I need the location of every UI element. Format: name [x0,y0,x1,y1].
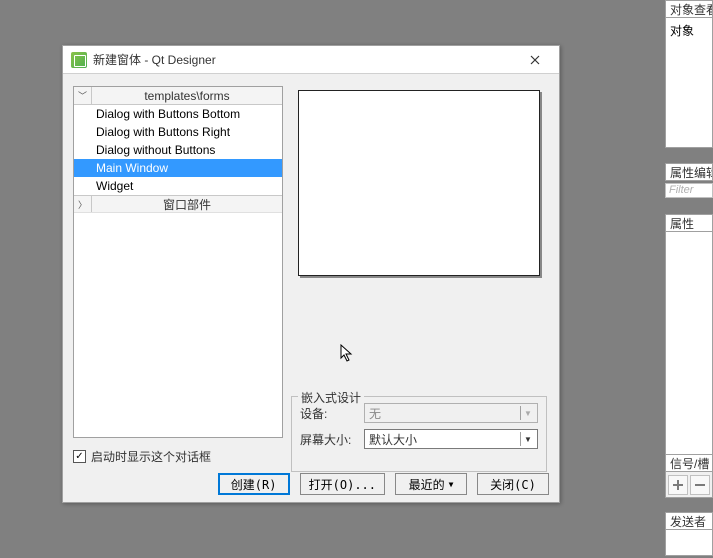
startup-checkbox-label: 启动时显示这个对话框 [91,448,211,465]
sender-column-header[interactable]: 发送者 [665,512,713,530]
property-column-header[interactable]: 属性 [665,214,713,232]
property-editor-panel: 属性编辑 Filter [665,163,713,198]
tree-item[interactable]: Widget [74,177,282,195]
object-inspector-panel: 对象查看 对象 [665,0,713,148]
window-title: 新建窗体 - Qt Designer [93,51,515,68]
add-button[interactable] [668,475,688,495]
tree-sub-label: 窗口部件 [92,196,282,213]
object-inspector-title[interactable]: 对象查看 [665,0,713,18]
device-combo: 无 ▼ [364,403,538,423]
property-editor-title[interactable]: 属性编辑 [665,163,713,181]
screen-size-value: 默认大小 [369,431,417,448]
create-button[interactable]: 创建(R) [218,473,290,495]
property-list-panel: 属性 [665,214,713,456]
signal-slot-toolbar [665,472,713,498]
sender-body[interactable] [665,530,713,556]
tree-items: Dialog with Buttons Bottom Dialog with B… [74,105,282,195]
screen-size-label: 屏幕大小: [300,431,356,448]
property-filter-input[interactable]: Filter [665,183,713,198]
tree-item[interactable]: Dialog with Buttons Bottom [74,105,282,123]
tree-header-templates[interactable]: ﹀ templates\forms [74,87,282,105]
property-list-body[interactable] [665,232,713,456]
titlebar[interactable]: 新建窗体 - Qt Designer [63,46,559,74]
tree-header-widgets[interactable]: 〉 窗口部件 [74,195,282,213]
device-value: 无 [369,405,381,422]
form-preview [298,90,540,276]
tree-item[interactable]: Dialog with Buttons Right [74,123,282,141]
remove-button[interactable] [690,475,710,495]
new-form-dialog: 新建窗体 - Qt Designer ﹀ templates\forms Dia… [62,45,560,503]
tree-item[interactable]: Dialog without Buttons [74,141,282,159]
group-title: 嵌入式设计 [298,389,364,406]
tree-item[interactable]: Main Window [74,159,282,177]
device-label: 设备: [300,405,356,422]
chevron-down-icon: ▼ [520,406,535,420]
tree-header-label: templates\forms [92,89,282,103]
close-button[interactable]: 关闭(C) [477,473,549,495]
object-column-header: 对象 [670,24,694,38]
open-button[interactable]: 打开(O)... [300,473,385,495]
collapse-icon[interactable]: ﹀ [74,87,92,104]
dialog-bottom: ✓ 启动时显示这个对话框 创建(R) 打开(O)... 最近的 ▼ 关闭(C) [73,448,549,492]
recent-button-label: 最近的 [409,476,445,493]
screen-size-combo[interactable]: 默认大小 ▼ [364,429,538,449]
recent-button[interactable]: 最近的 ▼ [395,473,467,495]
object-inspector-body[interactable]: 对象 [665,18,713,148]
signal-slot-title[interactable]: 信号/槽 [665,454,713,472]
expand-icon[interactable]: 〉 [74,196,92,212]
button-row: 创建(R) 打开(O)... 最近的 ▼ 关闭(C) [73,473,549,495]
template-tree[interactable]: ﹀ templates\forms Dialog with Buttons Bo… [73,86,283,438]
qt-designer-icon [71,52,87,68]
signal-slot-panel: 信号/槽 [665,454,713,498]
sender-panel: 发送者 [665,512,713,556]
startup-checkbox[interactable]: ✓ [73,450,86,463]
chevron-down-icon: ▼ [449,480,454,489]
dialog-body: ﹀ templates\forms Dialog with Buttons Bo… [73,86,549,442]
chevron-down-icon[interactable]: ▼ [520,432,535,446]
startup-checkbox-row[interactable]: ✓ 启动时显示这个对话框 [73,448,549,465]
close-window-button[interactable] [515,48,555,72]
